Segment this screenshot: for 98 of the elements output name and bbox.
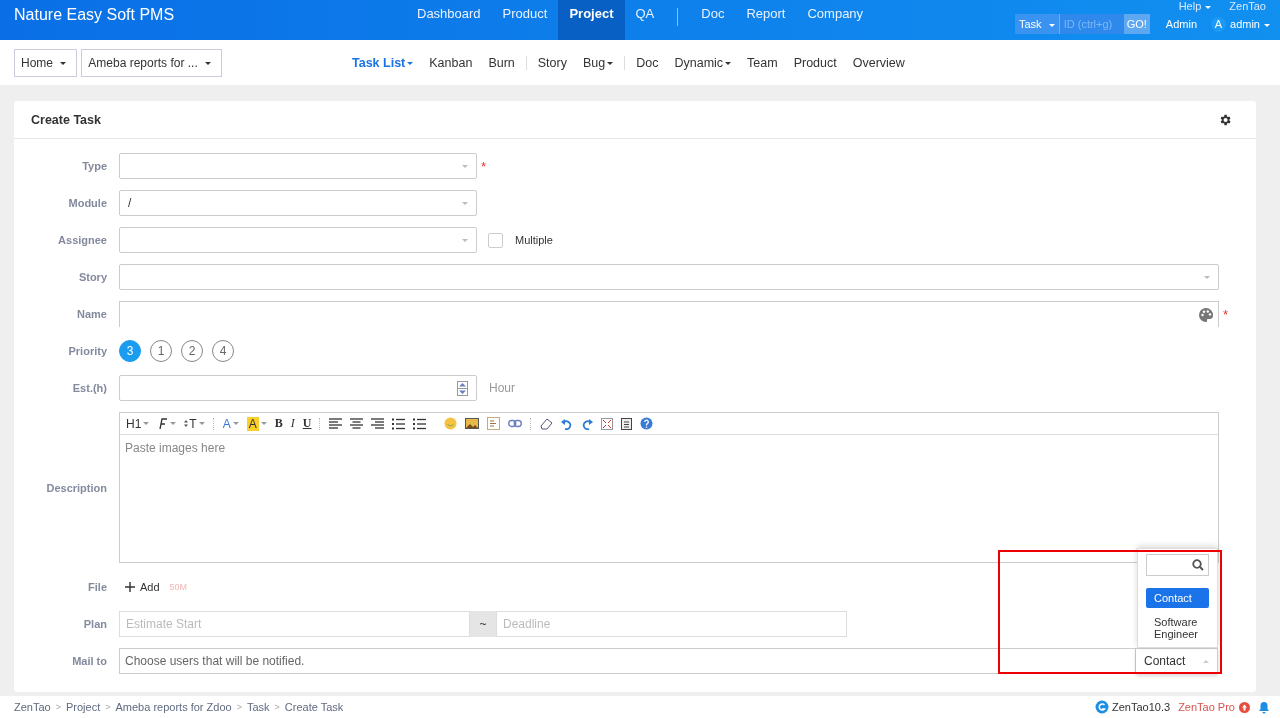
- unit-label: Hour: [489, 381, 515, 395]
- footer-breadcrumb[interactable]: Create Task: [284, 701, 344, 713]
- help-icon[interactable]: [640, 417, 654, 430]
- align-left-icon[interactable]: [329, 417, 343, 430]
- dropdown-search-field[interactable]: [1146, 554, 1209, 576]
- size-limit: 50M: [169, 582, 188, 592]
- estimate-field[interactable]: [119, 375, 477, 401]
- contact-select[interactable]: Contact: [1136, 648, 1218, 674]
- field-label: Description: [45, 481, 107, 494]
- image-icon[interactable]: [465, 417, 480, 430]
- field-label: Plan: [82, 618, 107, 630]
- dropdown-option[interactable]: Software Engineer: [1146, 614, 1209, 643]
- bell-icon[interactable]: [1258, 700, 1270, 714]
- editor-placeholder: Paste images here: [125, 441, 226, 455]
- field-label: Priority: [67, 345, 107, 357]
- breadcrumb-dropdown[interactable]: Ameba reports for ...: [81, 48, 223, 77]
- role-label: Admin: [1165, 18, 1198, 30]
- code-icon[interactable]: [487, 417, 501, 430]
- settings-icon[interactable]: [1218, 112, 1232, 127]
- version-link[interactable]: ZenTao10.3: [1095, 700, 1171, 714]
- breadcrumb-separator: >: [105, 702, 111, 712]
- redo-icon[interactable]: [581, 417, 594, 430]
- footer-breadcrumb[interactable]: Task: [246, 701, 270, 713]
- menu-tab[interactable]: Burn: [480, 55, 523, 70]
- palette-icon[interactable]: [1198, 306, 1214, 323]
- field-label: Mail to: [71, 655, 107, 667]
- underline-button[interactable]: U: [302, 416, 312, 431]
- align-center-icon[interactable]: [350, 417, 364, 430]
- breadcrumb-dropdown[interactable]: Home: [14, 48, 78, 77]
- field-label: Est.(h): [71, 382, 107, 394]
- italic-button[interactable]: I: [290, 416, 295, 431]
- logo-icon: [1095, 700, 1109, 714]
- pro-link[interactable]: ZenTao Pro: [1178, 701, 1250, 713]
- footer-breadcrumb[interactable]: Ameba reports for Zdoo: [115, 701, 232, 713]
- menu-tab[interactable]: Doc: [624, 55, 667, 70]
- menu-tab[interactable]: Team: [739, 55, 786, 70]
- menu-tab[interactable]: Task List: [344, 55, 422, 70]
- name-field[interactable]: [119, 301, 1219, 327]
- breadcrumb-separator: >: [236, 702, 242, 712]
- panel-title: Create Task: [31, 112, 101, 127]
- field-label: Type: [81, 160, 107, 172]
- eraser-icon[interactable]: [540, 417, 554, 430]
- menu-tab[interactable]: Overview: [844, 55, 913, 70]
- size-arrows-icon: [184, 420, 189, 427]
- link-icon[interactable]: [508, 419, 523, 428]
- smiley-icon[interactable]: [444, 417, 458, 430]
- upgrade-icon: [1239, 701, 1250, 713]
- breadcrumb-separator: >: [274, 702, 280, 712]
- field-label: Assignee: [57, 234, 107, 246]
- font-size-button[interactable]: T: [184, 416, 205, 431]
- nav-tab[interactable]: Dashboard: [406, 0, 492, 40]
- undo-icon[interactable]: [561, 417, 574, 430]
- brand-name: Nature Easy Soft PMS: [13, 5, 176, 25]
- nav-tab[interactable]: Company: [796, 0, 875, 40]
- checkbox-label: Multiple: [515, 234, 553, 246]
- align-right-icon[interactable]: [371, 417, 385, 430]
- deadline-field[interactable]: Deadline: [496, 611, 847, 637]
- search-icon: [1192, 559, 1204, 571]
- nav-tab[interactable]: Project: [558, 0, 625, 40]
- search-field[interactable]: ID (ctrl+g): [1059, 14, 1124, 34]
- select-field[interactable]: /: [119, 190, 477, 216]
- menu-tab[interactable]: Dynamic: [666, 55, 740, 70]
- checkbox[interactable]: [488, 232, 503, 248]
- required-mark: *: [1223, 306, 1229, 322]
- field-label: File: [87, 581, 107, 593]
- heading-button[interactable]: H1: [126, 416, 150, 431]
- mail-to-field[interactable]: Choose users that will be notified.: [119, 648, 1136, 674]
- select-field[interactable]: [119, 264, 1219, 290]
- clipboard-icon[interactable]: [621, 417, 633, 430]
- dropdown-option[interactable]: Contact: [1146, 588, 1209, 609]
- bold-button[interactable]: B: [274, 416, 283, 431]
- menu-tab[interactable]: Product: [785, 55, 845, 70]
- spinner-icon[interactable]: [457, 380, 468, 396]
- menu-tab[interactable]: Story: [525, 55, 575, 70]
- select-field[interactable]: [119, 227, 477, 253]
- breadcrumb-separator: >: [55, 702, 61, 712]
- field-label: Module: [67, 197, 107, 209]
- nav-tab[interactable]: Report: [735, 0, 797, 40]
- footer-breadcrumb[interactable]: Project: [65, 701, 101, 713]
- nav-tab[interactable]: Product: [491, 0, 559, 40]
- user-menu[interactable]: admin: [1230, 18, 1270, 30]
- field-label: Name: [76, 308, 107, 320]
- range-separator: ~: [470, 611, 496, 637]
- select-field[interactable]: [119, 153, 477, 179]
- add-file-button[interactable]: Add: [119, 581, 166, 593]
- bullet-list-icon[interactable]: [413, 417, 427, 430]
- plus-icon: [125, 582, 135, 592]
- start-date-field[interactable]: Estimate Start: [119, 611, 470, 637]
- nav-tab[interactable]: QA: [624, 0, 666, 40]
- fullscreen-icon[interactable]: [601, 417, 614, 430]
- menu-tab[interactable]: Bug: [574, 55, 622, 70]
- font-icon: [157, 417, 169, 430]
- text-color-button[interactable]: A: [222, 416, 239, 431]
- field-label: Story: [77, 271, 107, 283]
- required-mark: *: [481, 158, 487, 174]
- font-family-button[interactable]: [157, 417, 177, 430]
- menu-tab[interactable]: Kanban: [421, 55, 481, 70]
- footer-breadcrumb[interactable]: ZenTao: [14, 701, 51, 713]
